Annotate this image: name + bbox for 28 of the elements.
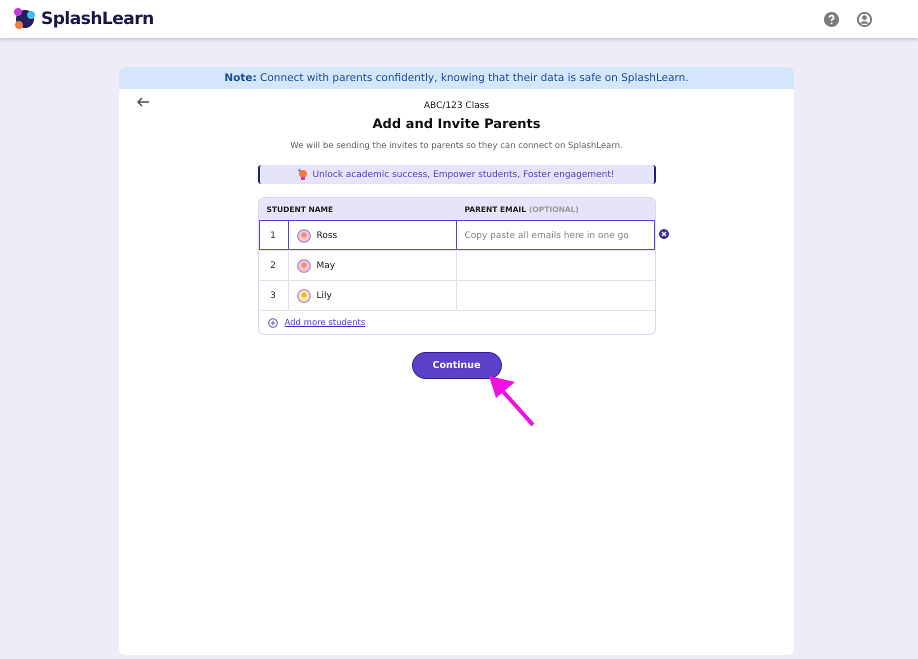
page-title: Add and Invite Parents <box>372 117 541 132</box>
email-field[interactable]: Copy paste all emails here in one go <box>456 221 654 250</box>
student-row[interactable]: 2 May <box>258 250 654 280</box>
lightbulb-icon <box>298 168 308 180</box>
subtitle-text: We will be sending the invites to parents so they can connect on SplashLearn. <box>290 141 623 151</box>
student-row[interactable]: 1 Ross Copy paste all emails here in one go <box>258 220 654 250</box>
banner-text: Unlock academic success, Empower students, Foster engagement! <box>312 170 615 180</box>
clear-icon[interactable] <box>658 229 668 239</box>
avatar-icon <box>296 258 310 272</box>
row-number: 2 <box>258 251 288 280</box>
student-name: Ross <box>316 230 338 240</box>
avatar-icon <box>296 288 310 302</box>
note-text: Note: Connect with parents confidently, knowing that their data is safe on SplashLearn. <box>119 67 794 89</box>
help-icon[interactable] <box>824 12 839 26</box>
continue-button[interactable]: Continue <box>412 352 502 379</box>
account-icon[interactable] <box>857 12 872 26</box>
student-row[interactable]: 3 Lily <box>258 280 654 310</box>
class-name: ABC/123 Class <box>424 101 490 111</box>
row-number: 1 <box>258 221 288 250</box>
add-icon[interactable] <box>268 318 278 328</box>
logo-icon <box>12 6 38 32</box>
student-name: Lily <box>316 290 332 300</box>
avatar-icon <box>296 228 310 242</box>
back-arrow-icon[interactable] <box>136 97 150 107</box>
row-number: 3 <box>258 281 288 310</box>
student-name: May <box>316 260 336 270</box>
add-students-link[interactable]: Add more students <box>284 318 366 328</box>
logo-text[interactable]: SplashLearn <box>41 9 154 29</box>
